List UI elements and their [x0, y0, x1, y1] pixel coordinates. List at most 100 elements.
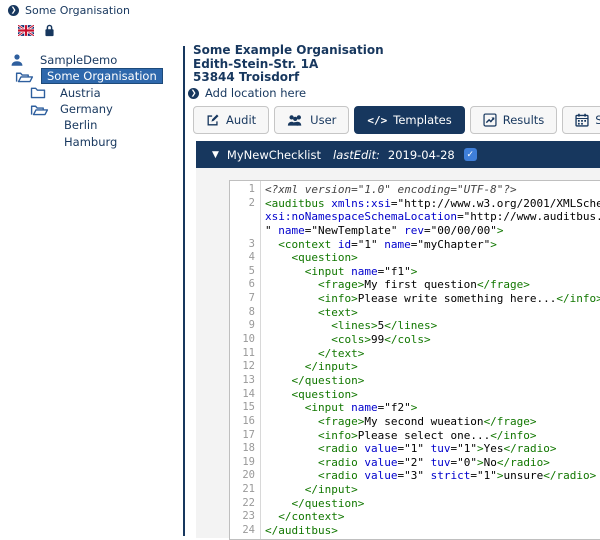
code-text: <radio value="3" strict="1">unsure</radi… [260, 469, 596, 483]
line-number: 9 [230, 319, 260, 333]
tab-user[interactable]: User [274, 106, 349, 134]
xml-code-editor[interactable]: 1<?xml version="1.0" encoding="UTF-8"?>2… [229, 180, 600, 540]
code-row: 13 </question> [230, 374, 600, 388]
tab-label: Audit [226, 113, 256, 127]
code-icon: </> [367, 114, 387, 127]
code-row: 9 <lines>5</lines> [230, 319, 600, 333]
code-row: 4 <question> [230, 251, 600, 265]
line-number: 16 [230, 415, 260, 429]
code-text: <context id="1" name="myChapter"> [260, 238, 497, 252]
tree-item-label: Berlin [60, 118, 101, 132]
lock-icon[interactable] [43, 23, 56, 37]
tab-label: Results [503, 113, 545, 127]
tree-item-some-organisation[interactable]: Some Organisation [0, 68, 183, 84]
tab-bar: AuditUser</>TemplatesResultsScheduleTask [193, 106, 600, 134]
code-text: </input> [260, 483, 358, 497]
code-text: <question> [260, 251, 358, 265]
code-row: 20 <radio value="3" strict="1">unsure</r… [230, 469, 600, 483]
code-text: <text> [260, 306, 358, 320]
code-text: <input name="f2"> [260, 401, 417, 415]
code-text: <input name="f1"> [260, 265, 417, 279]
org-name: Some Example Organisation [193, 44, 384, 58]
code-row: 5 <input name="f1"> [230, 265, 600, 279]
line-number: 1 [230, 183, 260, 197]
code-text: <question> [260, 388, 358, 402]
chart-icon [483, 113, 497, 127]
code-text: <cols>99</cols> [260, 333, 431, 347]
folder-open-icon [15, 70, 37, 83]
line-number: 3 [230, 238, 260, 252]
code-row: 8 <text> [230, 306, 600, 320]
org-tree: SampleDemoSome Organisation AustriaGerman… [0, 52, 183, 150]
tree-item-hamburg[interactable]: Hamburg [0, 133, 183, 149]
code-row: 3 <context id="1" name="myChapter"> [230, 238, 600, 252]
last-edit-date: 2019-04-28 [388, 148, 455, 162]
tab-results[interactable]: Results [470, 106, 558, 134]
org-address-block: Some Example Organisation Edith-Stein-St… [193, 44, 384, 85]
last-edit-label: lastEdit: [333, 148, 380, 162]
code-text: <radio value="2" tuv="0">No</radio> [260, 456, 550, 470]
tree-item-label: SampleDemo [36, 53, 121, 67]
code-row: 7 <info>Please write something here...</… [230, 292, 600, 306]
code-text: <info>Please write something here...</in… [260, 292, 600, 306]
line-number: 19 [230, 456, 260, 470]
line-number: 21 [230, 483, 260, 497]
code-text: <frage>My second wueation</frage> [260, 415, 537, 429]
line-number [230, 210, 260, 224]
tree-item-germany[interactable]: Germany [0, 101, 183, 117]
folder-open-icon [30, 103, 52, 116]
checklist-header-bar[interactable]: ▼ MyNewChecklist lastEdit: 2019-04-28 ✓ [196, 141, 600, 168]
code-row: 23 </context> [230, 510, 600, 524]
code-text: </text> [260, 347, 364, 361]
tree-item-label: Austria [56, 86, 105, 100]
code-row: 10 <cols>99</cols> [230, 333, 600, 347]
org-city: 53844 Troisdorf [193, 71, 384, 85]
code-text: <lines>5</lines> [260, 319, 437, 333]
code-row: 18 <radio value="1" tuv="1">Yes</radio> [230, 442, 600, 456]
caret-down-icon: ▼ [212, 150, 219, 160]
code-text: <frage>My first question</frage> [260, 278, 530, 292]
tab-audit[interactable]: Audit [193, 106, 269, 134]
templates-panel: ▼ MyNewChecklist lastEdit: 2019-04-28 ✓ … [196, 141, 600, 538]
line-number: 15 [230, 401, 260, 415]
tree-item-sampledemo[interactable]: SampleDemo [0, 52, 183, 68]
add-location-link[interactable]: ❯ Add location here [188, 86, 306, 100]
line-number: 2 [230, 197, 260, 211]
tree-item-berlin[interactable]: Berlin [0, 117, 183, 133]
code-row: 15 <input name="f2"> [230, 401, 600, 415]
line-number: 12 [230, 360, 260, 374]
code-row: 21 </input> [230, 483, 600, 497]
folder-closed-icon [30, 86, 52, 99]
line-number: 10 [230, 333, 260, 347]
code-row: 22 </question> [230, 497, 600, 511]
uk-flag-icon[interactable] [18, 25, 34, 36]
tab-label: User [310, 113, 336, 127]
line-number: 14 [230, 388, 260, 402]
line-number: 4 [230, 251, 260, 265]
code-text: </context> [260, 510, 344, 524]
org-home-link[interactable]: ❯ Some Organisation [8, 4, 130, 17]
tab-schedule[interactable]: Schedule [562, 106, 600, 134]
line-number: 8 [230, 306, 260, 320]
code-row: 12 </input> [230, 360, 600, 374]
line-number: 7 [230, 292, 260, 306]
code-row: xsi:noNamespaceSchemaLocation="http://ww… [230, 210, 600, 224]
code-text: </input> [260, 360, 358, 374]
line-number: 17 [230, 429, 260, 443]
code-text: </question> [260, 374, 364, 388]
chevron-circle-icon: ❯ [8, 5, 19, 16]
checklist-checkbox[interactable]: ✓ [464, 148, 477, 161]
line-number: 20 [230, 469, 260, 483]
tab-label: Templates [393, 113, 451, 127]
chevron-circle-icon: ❯ [188, 88, 199, 99]
code-area: 1<?xml version="1.0" encoding="UTF-8"?>2… [230, 183, 600, 538]
line-number: 11 [230, 347, 260, 361]
tree-item-austria[interactable]: Austria [0, 85, 183, 101]
tab-templates[interactable]: </> Templates [354, 106, 464, 134]
code-text: <info>Please select one...</info> [260, 429, 537, 443]
line-number: 6 [230, 278, 260, 292]
add-location-label: Add location here [205, 86, 306, 100]
org-street: Edith-Stein-Str. 1A [193, 58, 384, 72]
code-row: 17 <info>Please select one...</info> [230, 429, 600, 443]
code-text: " name="NewTemplate" rev="00/00/00"> [260, 224, 503, 238]
